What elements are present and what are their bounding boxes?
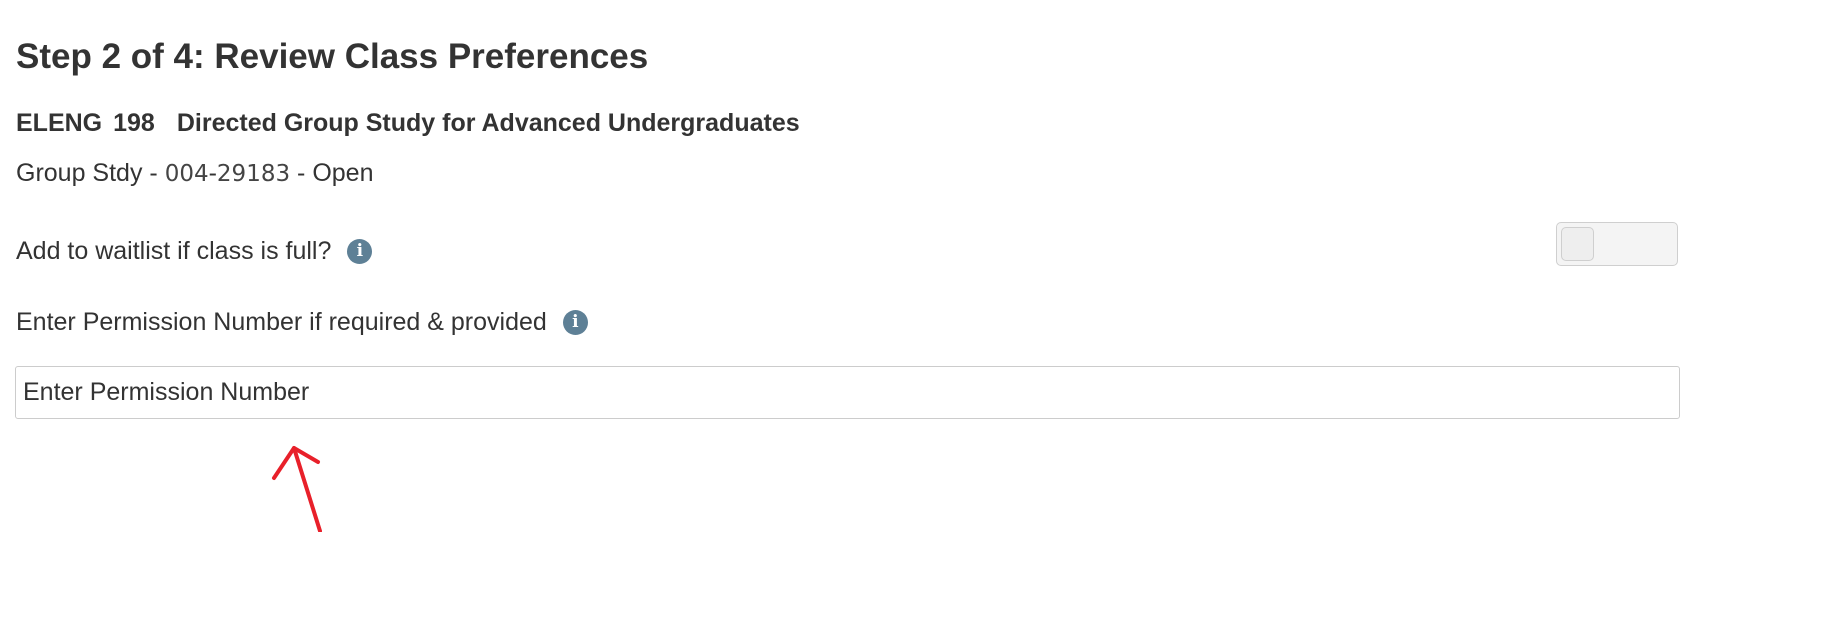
info-icon[interactable]: i <box>347 238 373 264</box>
permission-label: Enter Permission Number if required & pr… <box>16 308 547 336</box>
course-subject: ELENG <box>16 109 103 137</box>
section-type: Group Stdy <box>16 159 143 187</box>
annotation-arrow-icon <box>272 446 322 532</box>
course-heading: ELENG 198 Directed Group Study for Advance… <box>16 108 800 138</box>
permission-row: Enter Permission Number if required & pr… <box>16 307 588 337</box>
waitlist-label: Add to waitlist if class is full? <box>16 237 332 265</box>
waitlist-toggle[interactable] <box>1556 222 1678 266</box>
section-separator: - <box>149 159 158 187</box>
section-separator: - <box>297 159 306 187</box>
toggle-knob <box>1561 227 1594 261</box>
permission-number-input[interactable] <box>15 366 1680 419</box>
section-separator: - <box>208 159 217 187</box>
section-number: 004 <box>164 161 209 187</box>
section-status: Open <box>312 159 374 187</box>
waitlist-row: Add to waitlist if class is full? i <box>16 236 373 266</box>
page-title: Step 2 of 4: Review Class Preferences <box>16 37 649 76</box>
course-number: 198 <box>113 109 155 137</box>
class-number: 29183 <box>216 161 291 187</box>
course-name: Directed Group Study for Advanced Underg… <box>176 109 800 137</box>
section-info: Group Stdy - 004-29183 - Open <box>16 158 374 189</box>
info-icon[interactable]: i <box>562 309 588 335</box>
